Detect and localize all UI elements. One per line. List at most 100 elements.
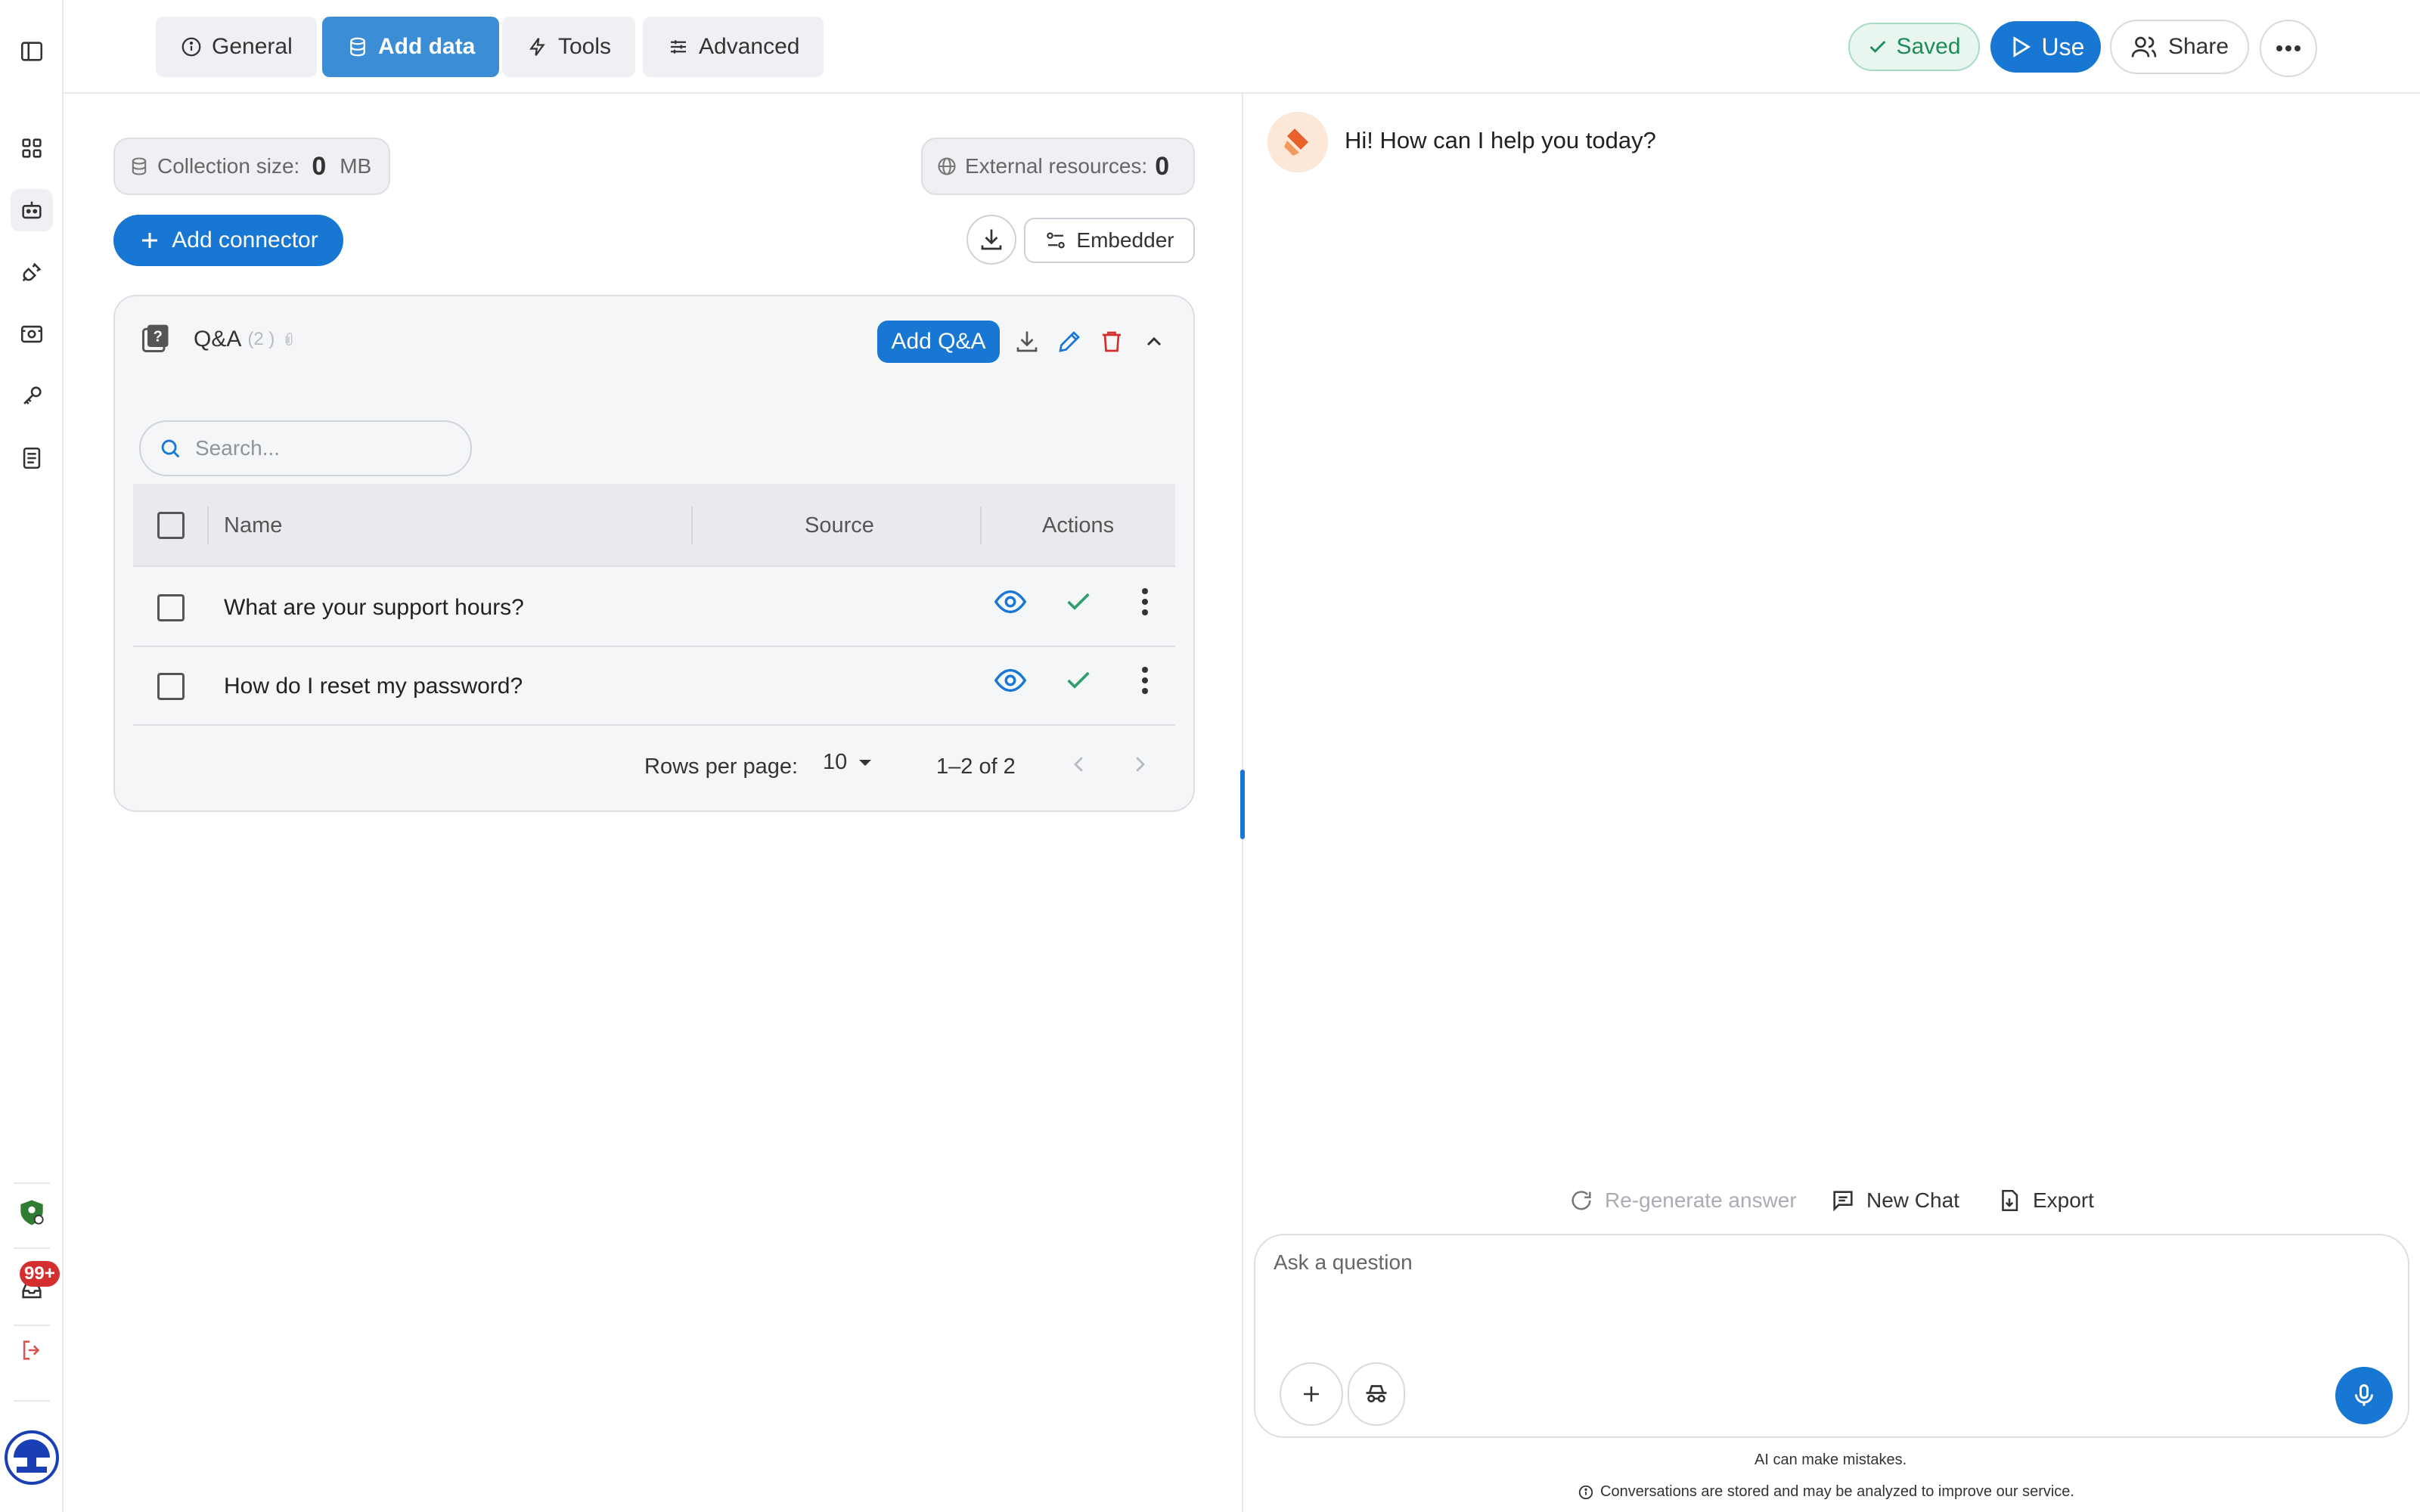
rail-divider xyxy=(14,1400,50,1402)
regenerate-button[interactable]: Re-generate answer xyxy=(1568,1184,1797,1217)
view-icon[interactable] xyxy=(992,584,1028,620)
users-icon xyxy=(2130,33,2158,60)
settings-sliders-icon xyxy=(1044,229,1067,252)
more-options-button[interactable] xyxy=(2260,20,2317,77)
row-name: What are your support hours? xyxy=(224,595,524,620)
play-icon xyxy=(2007,34,2033,60)
qa-title: Q&A xyxy=(194,327,242,352)
share-button[interactable]: Share xyxy=(2110,20,2249,74)
view-icon[interactable] xyxy=(992,662,1028,699)
qa-title-group: Q&A (2 ) xyxy=(194,327,297,352)
collection-size-pill: Collection size: 0 MB xyxy=(113,138,390,195)
table-row[interactable]: What are your support hours? xyxy=(133,569,1175,647)
row-name: How do I reset my password? xyxy=(224,674,523,699)
export-button[interactable]: Export xyxy=(1996,1184,2094,1217)
chat-composer xyxy=(1254,1234,2409,1438)
tab-label: Advanced xyxy=(699,34,800,59)
collection-size-unit: MB xyxy=(340,154,372,178)
search-icon xyxy=(157,435,183,461)
left-rail: 99+ xyxy=(0,0,64,1512)
chat-icon xyxy=(1830,1188,1856,1213)
new-chat-button[interactable]: New Chat xyxy=(1830,1184,1959,1217)
download-icon[interactable] xyxy=(1009,324,1045,360)
document-icon[interactable] xyxy=(11,437,53,479)
table-row[interactable]: How do I reset my password? xyxy=(133,647,1175,726)
use-button[interactable]: Use xyxy=(1990,21,2101,73)
paperclip-icon xyxy=(281,330,297,349)
more-vertical-icon[interactable] xyxy=(1127,662,1163,699)
add-connector-button[interactable]: Add connector xyxy=(113,215,343,266)
privacy-note: Conversations are stored and may be anal… xyxy=(1600,1483,2074,1500)
database-icon xyxy=(129,156,150,177)
check-icon xyxy=(1867,36,1888,57)
tab-label: Add data xyxy=(378,34,476,59)
share-label: Share xyxy=(2167,34,2229,59)
column-header-name[interactable]: Name xyxy=(224,484,282,567)
chat-input[interactable] xyxy=(1274,1250,2378,1341)
check-icon[interactable] xyxy=(1060,662,1097,699)
sidebar-toggle-icon[interactable] xyxy=(11,30,53,73)
search-box xyxy=(139,420,472,476)
rows-per-page-select[interactable]: 10 xyxy=(823,750,873,775)
resize-handle[interactable] xyxy=(1240,770,1245,839)
regenerate-label: Re-generate answer xyxy=(1605,1188,1797,1212)
team-icon[interactable] xyxy=(11,1191,53,1234)
rows-per-page-label: Rows per page: xyxy=(644,754,799,779)
edit-icon[interactable] xyxy=(1051,324,1087,360)
check-icon[interactable] xyxy=(1060,584,1097,620)
microphone-icon xyxy=(2350,1382,2378,1409)
tab-add-data[interactable]: Add data xyxy=(322,17,500,77)
external-resources-label: External resources: xyxy=(965,154,1148,178)
tab-general[interactable]: General xyxy=(156,17,317,77)
logout-icon[interactable] xyxy=(11,1329,53,1371)
collection-size-value: 0 xyxy=(312,151,327,181)
key-icon[interactable] xyxy=(11,375,53,417)
incognito-icon xyxy=(1363,1380,1390,1408)
plus-icon xyxy=(138,229,161,252)
attach-button[interactable] xyxy=(1280,1362,1343,1426)
add-connector-label: Add connector xyxy=(172,228,318,253)
row-checkbox[interactable] xyxy=(157,673,185,700)
tab-advanced[interactable]: Advanced xyxy=(643,17,824,77)
tab-tools[interactable]: Tools xyxy=(502,17,636,77)
saved-label: Saved xyxy=(1896,34,1961,59)
incognito-button[interactable] xyxy=(1348,1362,1405,1426)
bot-icon[interactable] xyxy=(11,189,53,231)
download-icon xyxy=(978,226,1005,253)
chevron-up-icon[interactable] xyxy=(1136,324,1172,360)
search-input[interactable] xyxy=(195,436,445,460)
sliders-icon xyxy=(667,36,690,58)
rows-per-page-value: 10 xyxy=(823,750,848,774)
scan-icon[interactable] xyxy=(11,313,53,355)
more-horizontal-icon xyxy=(2276,45,2301,52)
info-icon xyxy=(180,36,203,58)
profile-avatar[interactable] xyxy=(5,1430,59,1485)
rail-divider xyxy=(14,1247,50,1249)
plug-icon[interactable] xyxy=(11,251,53,293)
globe-icon xyxy=(936,156,957,177)
chevron-right-icon[interactable] xyxy=(1128,753,1151,776)
rail-divider xyxy=(14,1325,50,1326)
embedder-button[interactable]: Embedder xyxy=(1024,218,1195,263)
select-all-checkbox[interactable] xyxy=(157,512,185,539)
column-divider xyxy=(980,507,982,544)
tab-label: General xyxy=(212,34,293,59)
download-button[interactable] xyxy=(966,215,1016,265)
ai-disclaimer: AI can make mistakes. xyxy=(1754,1452,1907,1468)
dashboard-grid-icon[interactable] xyxy=(11,127,53,169)
table-header: Name Source Actions xyxy=(133,484,1175,567)
chevron-left-icon[interactable] xyxy=(1068,753,1091,776)
rail-divider xyxy=(14,1182,50,1184)
column-header-source[interactable]: Source xyxy=(805,484,874,567)
row-checkbox[interactable] xyxy=(157,594,185,621)
column-divider xyxy=(691,507,693,544)
export-label: Export xyxy=(2033,1188,2094,1212)
inbox-badge: 99+ xyxy=(20,1261,60,1287)
column-divider xyxy=(207,507,209,544)
add-qa-button[interactable]: Add Q&A xyxy=(877,321,1000,363)
page-range: 1–2 of 2 xyxy=(936,754,1016,779)
more-vertical-icon[interactable] xyxy=(1127,584,1163,620)
delete-icon[interactable] xyxy=(1094,324,1130,360)
microphone-button[interactable] xyxy=(2335,1367,2393,1424)
assistant-avatar xyxy=(1267,112,1328,172)
